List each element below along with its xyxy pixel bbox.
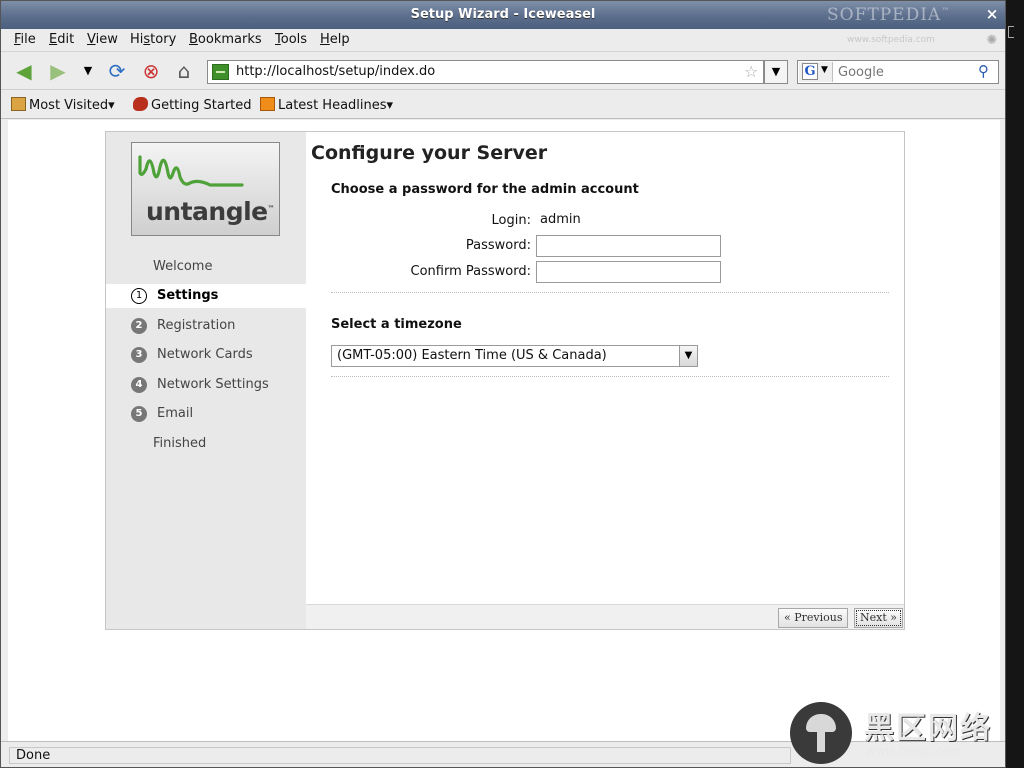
google-icon: G [802, 63, 818, 80]
step-welcome[interactable]: Welcome [106, 255, 306, 279]
softpedia-url-watermark: www.softpedia.com [847, 35, 935, 45]
menu-bookmarks[interactable]: Bookmarks [189, 32, 262, 47]
section-divider [331, 376, 889, 377]
timezone-selected-value: (GMT-05:00) Eastern Time (US & Canada) [337, 348, 607, 363]
menu-tools[interactable]: Tools [275, 32, 307, 47]
previous-button[interactable]: « Previous [778, 608, 849, 628]
status-text: Done [9, 747, 791, 764]
site-favicon-icon [212, 64, 229, 80]
menu-view[interactable]: View [87, 32, 118, 47]
step-number-badge: 3 [131, 347, 147, 363]
section-divider [331, 292, 889, 293]
iceweasel-icon [133, 97, 148, 111]
step-email[interactable]: 5 Email [106, 402, 306, 426]
step-number-badge: 4 [131, 377, 147, 393]
menu-edit[interactable]: Edit [49, 32, 74, 47]
chevron-down-icon: ▾ [386, 98, 394, 113]
search-box: G▼ ⚲ [797, 60, 999, 84]
stop-icon[interactable]: ⊗ [138, 58, 164, 84]
wizard-sidebar: untangle™ Welcome 1 Settings 2 Registrat… [106, 132, 306, 629]
confirm-password-field[interactable] [536, 261, 721, 283]
logo-wordmark: untangle [146, 197, 268, 226]
menu-bar: File Edit View History Bookmarks Tools H… [1, 29, 1005, 52]
bookmark-star-icon[interactable]: ☆ [744, 62, 758, 81]
search-icon[interactable]: ⚲ [978, 62, 989, 80]
step-registration[interactable]: 2 Registration [106, 314, 306, 338]
throbber-icon: ✺ [986, 33, 998, 48]
password-label: Password: [465, 238, 531, 253]
url-text: http://localhost/setup/index.do [236, 64, 436, 79]
watermark-site-text: www.heiqu.com [866, 744, 962, 758]
wizard-footer: « Previous Next » [306, 604, 904, 629]
bookmark-getting-started[interactable]: Getting Started [133, 97, 252, 113]
title-bar: Setup Wizard - Iceweasel SOFTPEDIA™ × [1, 1, 1005, 29]
history-dropdown-icon[interactable]: ▼ [75, 58, 101, 84]
desktop-edge [1006, 0, 1024, 768]
login-value: admin [540, 212, 581, 227]
setup-wizard-panel: untangle™ Welcome 1 Settings 2 Registrat… [105, 131, 905, 630]
menu-help[interactable]: Help [320, 32, 350, 47]
close-button[interactable]: × [982, 4, 1002, 24]
chevron-down-icon: ▼ [679, 346, 697, 366]
menu-file[interactable]: File [14, 32, 36, 47]
wizard-main: Configure your Server Choose a password … [306, 132, 904, 604]
confirm-password-label: Confirm Password: [410, 264, 531, 279]
step-settings[interactable]: 1 Settings [106, 284, 306, 308]
watermark-chinese-text: 黑区网络 [864, 711, 992, 746]
page-title: Configure your Server [311, 142, 548, 164]
bookmark-most-visited[interactable]: Most Visited▾ [11, 97, 115, 113]
page-content: untangle™ Welcome 1 Settings 2 Registrat… [8, 120, 1000, 741]
waveform-logo-icon [138, 155, 244, 187]
chevron-down-icon: ▾ [108, 98, 115, 113]
home-icon[interactable]: ⌂ [171, 58, 197, 84]
reload-icon[interactable]: ⟳ [104, 58, 130, 84]
heiqu-watermark: 黑区网络 www.heiqu.com [790, 700, 1022, 766]
password-field[interactable] [536, 235, 721, 257]
next-button[interactable]: Next » [854, 608, 903, 628]
url-bar[interactable]: http://localhost/setup/index.do ☆ [207, 60, 764, 84]
menu-history[interactable]: History [130, 32, 176, 47]
step-network-cards[interactable]: 3 Network Cards [106, 343, 306, 367]
step-number-badge: 1 [131, 288, 147, 304]
search-engine-selector[interactable]: G ▼ [799, 62, 833, 82]
timezone-select[interactable]: (GMT-05:00) Eastern Time (US & Canada) ▼ [331, 345, 698, 367]
browser-window: Setup Wizard - Iceweasel SOFTPEDIA™ × Fi… [0, 0, 1006, 768]
step-network-settings[interactable]: 4 Network Settings [106, 373, 306, 397]
forward-arrow-icon[interactable]: ▶ [45, 58, 71, 84]
step-number-badge: 5 [131, 406, 147, 422]
rss-feed-icon [260, 97, 275, 111]
untangle-logo: untangle™ [131, 142, 280, 236]
back-arrow-icon[interactable]: ◀ [11, 58, 37, 84]
window-edge-fragment [1008, 26, 1014, 38]
chevron-down-icon: ▼ [821, 65, 828, 75]
url-dropdown-button[interactable]: ▼ [764, 60, 788, 84]
login-label: Login: [491, 213, 531, 228]
bookmark-latest-headlines[interactable]: Latest Headlines▾ [260, 97, 393, 113]
bookmarks-toolbar: Most Visited▾ Getting Started Latest Hea… [1, 90, 1005, 119]
search-input[interactable] [838, 63, 974, 81]
timezone-heading: Select a timezone [331, 317, 462, 332]
navigation-toolbar: ◀ ▶ ▼ ⟳ ⊗ ⌂ http://localhost/setup/index… [1, 52, 1005, 90]
step-number-badge: 2 [131, 318, 147, 334]
folder-icon [11, 97, 26, 111]
admin-password-heading: Choose a password for the admin account [331, 182, 639, 197]
mushroom-logo-icon [790, 702, 852, 764]
step-finished[interactable]: Finished [106, 432, 306, 456]
softpedia-watermark: SOFTPEDIA™ [827, 5, 951, 25]
